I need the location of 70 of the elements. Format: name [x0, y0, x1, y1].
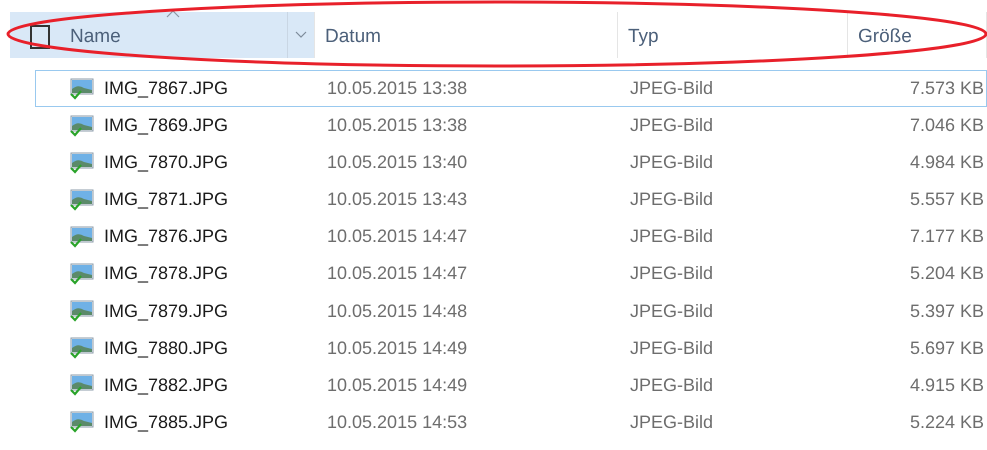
file-size: 5.397 KB [908, 300, 985, 322]
column-label: Größe [858, 25, 912, 48]
image-file-icon [70, 188, 94, 211]
file-type: JPEG-Bild [629, 300, 714, 322]
file-name: IMG_7869.JPG [104, 115, 228, 136]
file-row[interactable]: IMG_7870.JPG 10.05.2015 13:40 JPEG-Bild 4.984 KB [35, 144, 987, 182]
image-file-icon [70, 152, 94, 174]
file-name: IMG_7882.JPG [104, 374, 228, 396]
file-name: IMG_7876.JPG [104, 226, 228, 248]
image-file-icon [70, 411, 94, 434]
image-file-icon [70, 262, 94, 285]
file-row[interactable]: IMG_7878.JPG 10.05.2015 14:47 JPEG-Bild 5.204 KB [35, 255, 987, 292]
file-size: 5.224 KB [908, 412, 985, 433]
file-date: 10.05.2015 14:47 [326, 226, 468, 248]
column-header[interactable]: Name [10, 12, 315, 58]
image-file-icon [70, 114, 94, 137]
file-type: JPEG-Bild [629, 412, 714, 433]
file-date: 10.05.2015 13:40 [326, 152, 468, 174]
column-label: Typ [628, 25, 659, 48]
file-date: 10.05.2015 13:38 [326, 78, 468, 99]
select-all-checkbox[interactable] [30, 25, 50, 49]
file-date: 10.05.2015 14:53 [326, 412, 468, 433]
file-date: 10.05.2015 14:49 [326, 338, 468, 359]
file-date: 10.05.2015 14:47 [326, 263, 468, 284]
file-name: IMG_7870.JPG [104, 152, 228, 174]
file-size: 5.697 KB [908, 338, 985, 359]
file-row[interactable]: IMG_7869.JPG 10.05.2015 13:38 JPEG-Bild 7.046 KB [35, 107, 987, 144]
file-name: IMG_7885.JPG [104, 412, 228, 433]
file-row[interactable]: IMG_7871.JPG 10.05.2015 13:43 JPEG-Bild 5.557 KB [35, 181, 987, 218]
file-type: JPEG-Bild [629, 152, 714, 174]
column-label: Name [70, 25, 121, 48]
column-header[interactable]: Datum [315, 12, 618, 58]
column-header[interactable]: Typ [618, 12, 848, 58]
file-type: JPEG-Bild [629, 263, 714, 284]
file-row[interactable]: IMG_7880.JPG 10.05.2015 14:49 JPEG-Bild 5.697 KB [35, 330, 987, 367]
file-size: 7.177 KB [908, 226, 985, 248]
file-date: 10.05.2015 14:48 [326, 300, 468, 322]
file-name: IMG_7880.JPG [104, 338, 228, 359]
file-type: JPEG-Bild [629, 226, 714, 248]
file-type: JPEG-Bild [629, 374, 714, 396]
file-type: JPEG-Bild [629, 78, 714, 99]
file-size: 7.573 KB [908, 78, 985, 99]
chevron-down-icon [295, 31, 307, 39]
file-size: 7.046 KB [908, 115, 985, 136]
file-date: 10.05.2015 13:38 [326, 115, 468, 136]
file-size: 4.915 KB [908, 374, 985, 396]
image-file-icon [70, 337, 94, 360]
file-row[interactable]: IMG_7882.JPG 10.05.2015 14:49 JPEG-Bild 4.915 KB [35, 366, 987, 404]
file-size: 5.557 KB [908, 189, 985, 210]
column-header[interactable]: Größe [848, 12, 987, 58]
file-date: 10.05.2015 13:43 [326, 189, 468, 210]
file-type: JPEG-Bild [629, 115, 714, 136]
file-type: JPEG-Bild [629, 189, 714, 210]
image-file-icon [70, 226, 94, 248]
column-label: Datum [325, 25, 381, 48]
file-row[interactable]: IMG_7876.JPG 10.05.2015 14:47 JPEG-Bild 7.177 KB [35, 218, 987, 256]
image-file-icon [70, 300, 94, 322]
file-type: JPEG-Bild [629, 338, 714, 359]
file-size: 4.984 KB [908, 152, 985, 174]
file-name: IMG_7878.JPG [104, 263, 228, 284]
file-name: IMG_7871.JPG [104, 189, 228, 210]
file-date: 10.05.2015 14:49 [326, 374, 468, 396]
file-row[interactable]: IMG_7879.JPG 10.05.2015 14:48 JPEG-Bild 5.397 KB [35, 292, 987, 330]
file-name: IMG_7867.JPG [104, 78, 228, 99]
image-file-icon [70, 78, 94, 100]
file-size: 5.204 KB [908, 263, 985, 284]
file-row[interactable]: IMG_7885.JPG 10.05.2015 14:53 JPEG-Bild 5.224 KB [35, 404, 987, 441]
file-row[interactable]: IMG_7867.JPG 10.05.2015 13:38 JPEG-Bild 7.573 KB [35, 70, 987, 107]
file-name: IMG_7879.JPG [104, 300, 228, 322]
image-file-icon [70, 374, 94, 396]
